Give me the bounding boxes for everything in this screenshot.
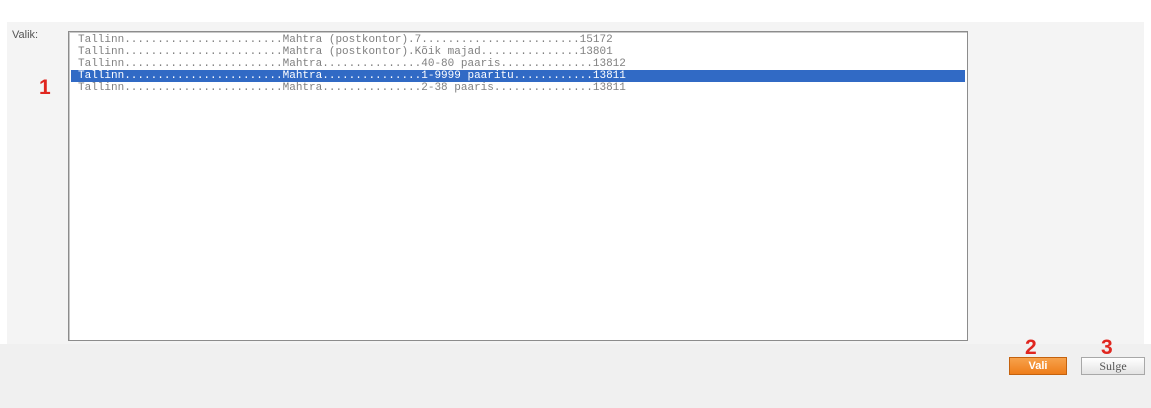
annotation-number-2: 2	[1025, 336, 1037, 359]
list-item[interactable]: Tallinn........................Mahtra...…	[71, 58, 965, 70]
selection-label: Valik:	[12, 29, 39, 41]
close-button[interactable]: Sulge	[1081, 357, 1145, 375]
list-item[interactable]: Tallinn........................Mahtra...…	[71, 82, 965, 94]
list-item[interactable]: Tallinn........................Mahtra (p…	[71, 46, 965, 58]
address-listbox[interactable]: Tallinn........................Mahtra (p…	[68, 31, 968, 341]
annotation-number-3: 3	[1101, 336, 1113, 359]
select-button[interactable]: Vali	[1009, 357, 1067, 375]
list-item[interactable]: Tallinn........................Mahtra (p…	[71, 34, 965, 46]
annotation-number-1: 1	[39, 76, 51, 99]
top-band	[0, 0, 1151, 9]
list-item[interactable]: Tallinn........................Mahtra...…	[71, 70, 965, 82]
button-bar	[0, 344, 1151, 408]
